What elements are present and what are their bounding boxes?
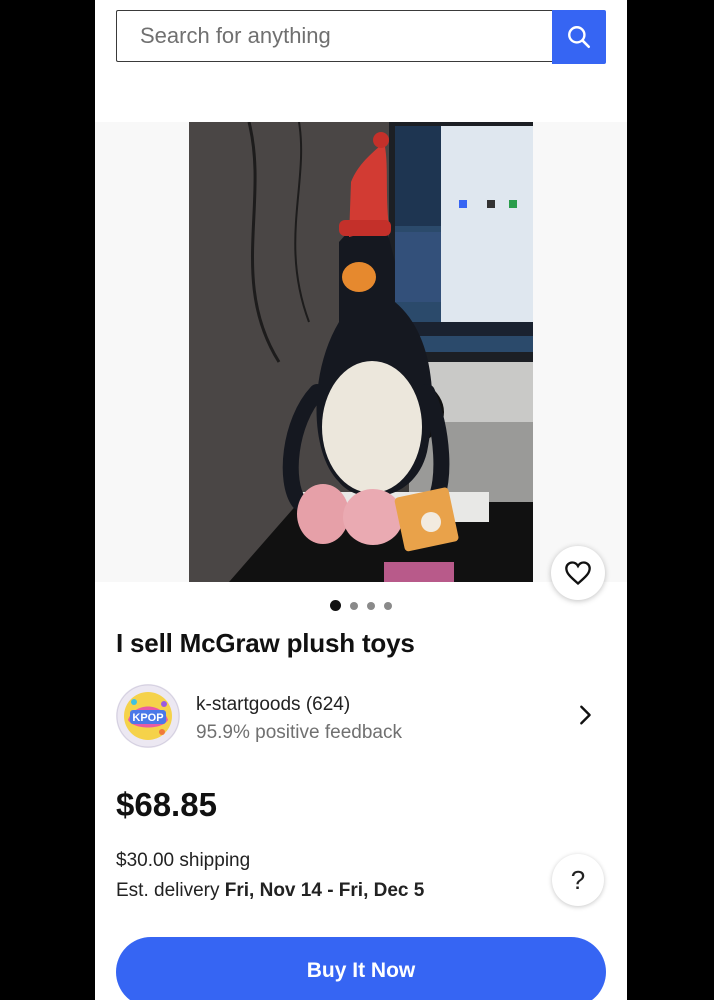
delivery-estimate: Est. delivery Fri, Nov 14 - Fri, Dec 5	[116, 880, 424, 902]
search-icon	[568, 26, 591, 49]
gallery-pagination	[95, 600, 627, 611]
seller-avatar[interactable]: KPOP	[116, 684, 180, 748]
product-photo-graphic	[189, 122, 533, 582]
question-icon: ?	[570, 864, 586, 895]
search-input[interactable]: Search for anything	[116, 10, 552, 62]
chevron-right-icon[interactable]	[574, 704, 596, 726]
pagination-dot[interactable]	[367, 601, 375, 610]
heart-outline-icon	[565, 561, 591, 586]
seller-row[interactable]: KPOP k-startgoods (624) 95.9% positive f…	[116, 684, 606, 750]
listing-panel: Search for anything I sell McGraw plush …	[95, 0, 627, 1000]
seller-logo: KPOP	[116, 684, 180, 748]
product-photo[interactable]	[189, 122, 533, 582]
pagination-dot[interactable]	[384, 601, 392, 610]
svg-text:KPOP: KPOP	[132, 712, 163, 724]
delivery-dates: Fri, Nov 14 - Fri, Dec 5	[224, 880, 425, 901]
shipping-cost: $30.00 shipping	[116, 850, 251, 871]
pagination-dot-active[interactable]	[330, 600, 341, 611]
favorite-button[interactable]	[551, 546, 605, 600]
search-bar: Search for anything	[116, 10, 606, 64]
image-gallery[interactable]	[95, 122, 627, 582]
buy-it-now-button[interactable]: Buy It Now	[116, 937, 606, 1000]
delivery-label: Est. delivery	[116, 880, 225, 901]
help-button[interactable]: ?	[552, 854, 604, 906]
search-button[interactable]	[552, 10, 606, 64]
seller-name[interactable]: k-startgoods (624)	[196, 694, 350, 716]
price: $68.85	[116, 786, 217, 823]
pagination-dot[interactable]	[350, 601, 358, 610]
listing-title: I sell McGraw plush toys	[116, 628, 415, 658]
seller-feedback: 95.9% positive feedback	[196, 722, 402, 743]
